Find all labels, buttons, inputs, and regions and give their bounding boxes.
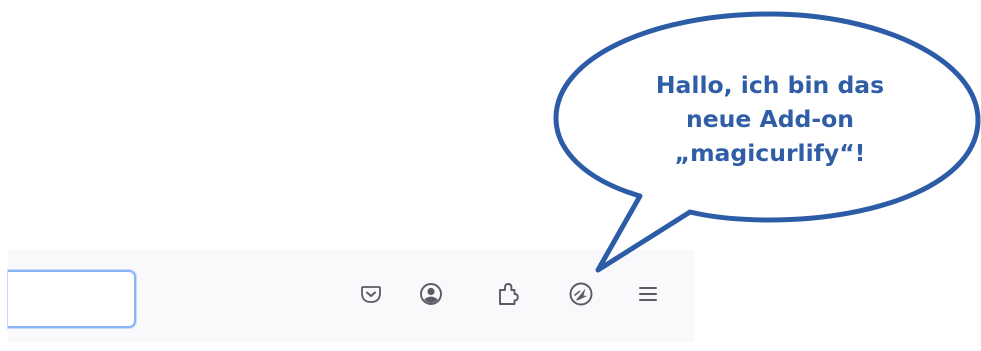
bubble-line: neue Add-on	[686, 105, 854, 133]
speech-bubble-text: Hallo, ich bin das neue Add-on „magicurl…	[605, 68, 935, 170]
bubble-line: Hallo, ich bin das	[655, 71, 885, 99]
speech-bubble	[553, 11, 981, 273]
bubble-line: „magicurlify“!	[674, 139, 866, 167]
